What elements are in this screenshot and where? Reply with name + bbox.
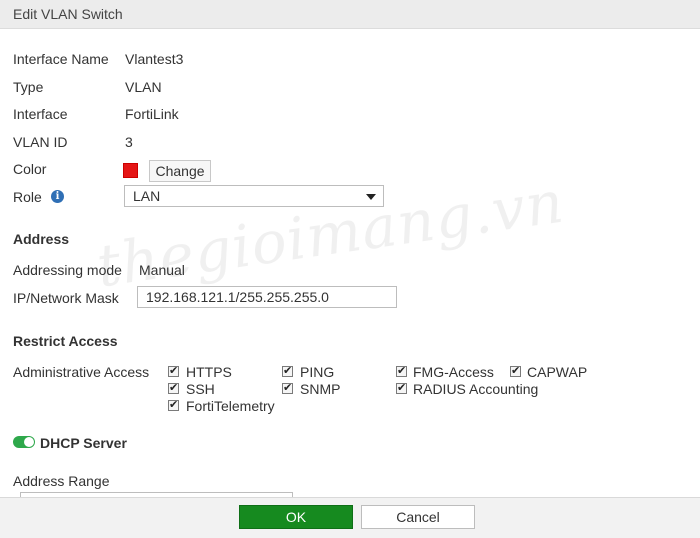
- ping-checkbox[interactable]: [282, 364, 293, 377]
- cancel-button[interactable]: Cancel: [361, 505, 475, 529]
- address-range-label: Address Range: [13, 473, 110, 489]
- vlan-id-label: VLAN ID: [13, 134, 68, 150]
- dialog-title: Edit VLAN Switch: [13, 6, 123, 22]
- https-label: HTTPS: [186, 364, 232, 380]
- dialog-footer: OK Cancel: [0, 497, 700, 538]
- interface-value: FortiLink: [125, 106, 179, 122]
- ok-button[interactable]: OK: [239, 505, 353, 529]
- info-icon[interactable]: i: [51, 190, 64, 203]
- dialog-title-bar: Edit VLAN Switch: [0, 0, 700, 29]
- ip-mask-input[interactable]: 192.168.121.1/255.255.255.0: [137, 286, 397, 308]
- fmg-access-checkbox[interactable]: [396, 364, 407, 377]
- snmp-checkbox[interactable]: [282, 381, 293, 394]
- type-value: VLAN: [125, 79, 162, 95]
- color-label: Color: [13, 161, 47, 177]
- https-checkbox[interactable]: [168, 364, 179, 377]
- interface-name-label: Interface Name: [13, 51, 109, 67]
- color-swatch: [123, 163, 138, 178]
- change-color-button[interactable]: Change: [149, 160, 211, 182]
- role-label: Role: [13, 189, 42, 205]
- fortitelemetry-checkbox[interactable]: [168, 398, 179, 411]
- ssh-label: SSH: [186, 381, 215, 397]
- dhcp-server-toggle[interactable]: [13, 436, 35, 448]
- fortitelemetry-label: FortiTelemetry: [186, 398, 275, 414]
- capwap-label: CAPWAP: [527, 364, 588, 380]
- vlan-id-value: 3: [125, 134, 133, 150]
- chevron-down-icon: [366, 194, 376, 200]
- type-label: Type: [13, 79, 44, 95]
- radius-accounting-checkbox[interactable]: [396, 381, 407, 394]
- snmp-label: SNMP: [300, 381, 341, 397]
- dhcp-server-label: DHCP Server: [40, 435, 127, 451]
- ping-label: PING: [300, 364, 335, 380]
- restrict-access-section-title: Restrict Access: [13, 333, 118, 349]
- radius-accounting-label: RADIUS Accounting: [413, 381, 539, 397]
- administrative-access-label: Administrative Access: [13, 364, 150, 380]
- role-select[interactable]: LAN: [124, 185, 384, 207]
- addressing-mode-value: Manual: [139, 262, 185, 278]
- ssh-checkbox[interactable]: [168, 381, 179, 394]
- address-section-title: Address: [13, 231, 70, 247]
- interface-label: Interface: [13, 106, 68, 122]
- role-select-value: LAN: [133, 188, 161, 204]
- ip-mask-value: 192.168.121.1/255.255.255.0: [146, 289, 329, 305]
- capwap-checkbox[interactable]: [510, 364, 521, 377]
- ip-mask-label: IP/Network Mask: [13, 290, 119, 306]
- interface-name-value: Vlantest3: [125, 51, 184, 67]
- addressing-mode-label: Addressing mode: [13, 262, 122, 278]
- fmg-access-label: FMG-Access: [413, 364, 494, 380]
